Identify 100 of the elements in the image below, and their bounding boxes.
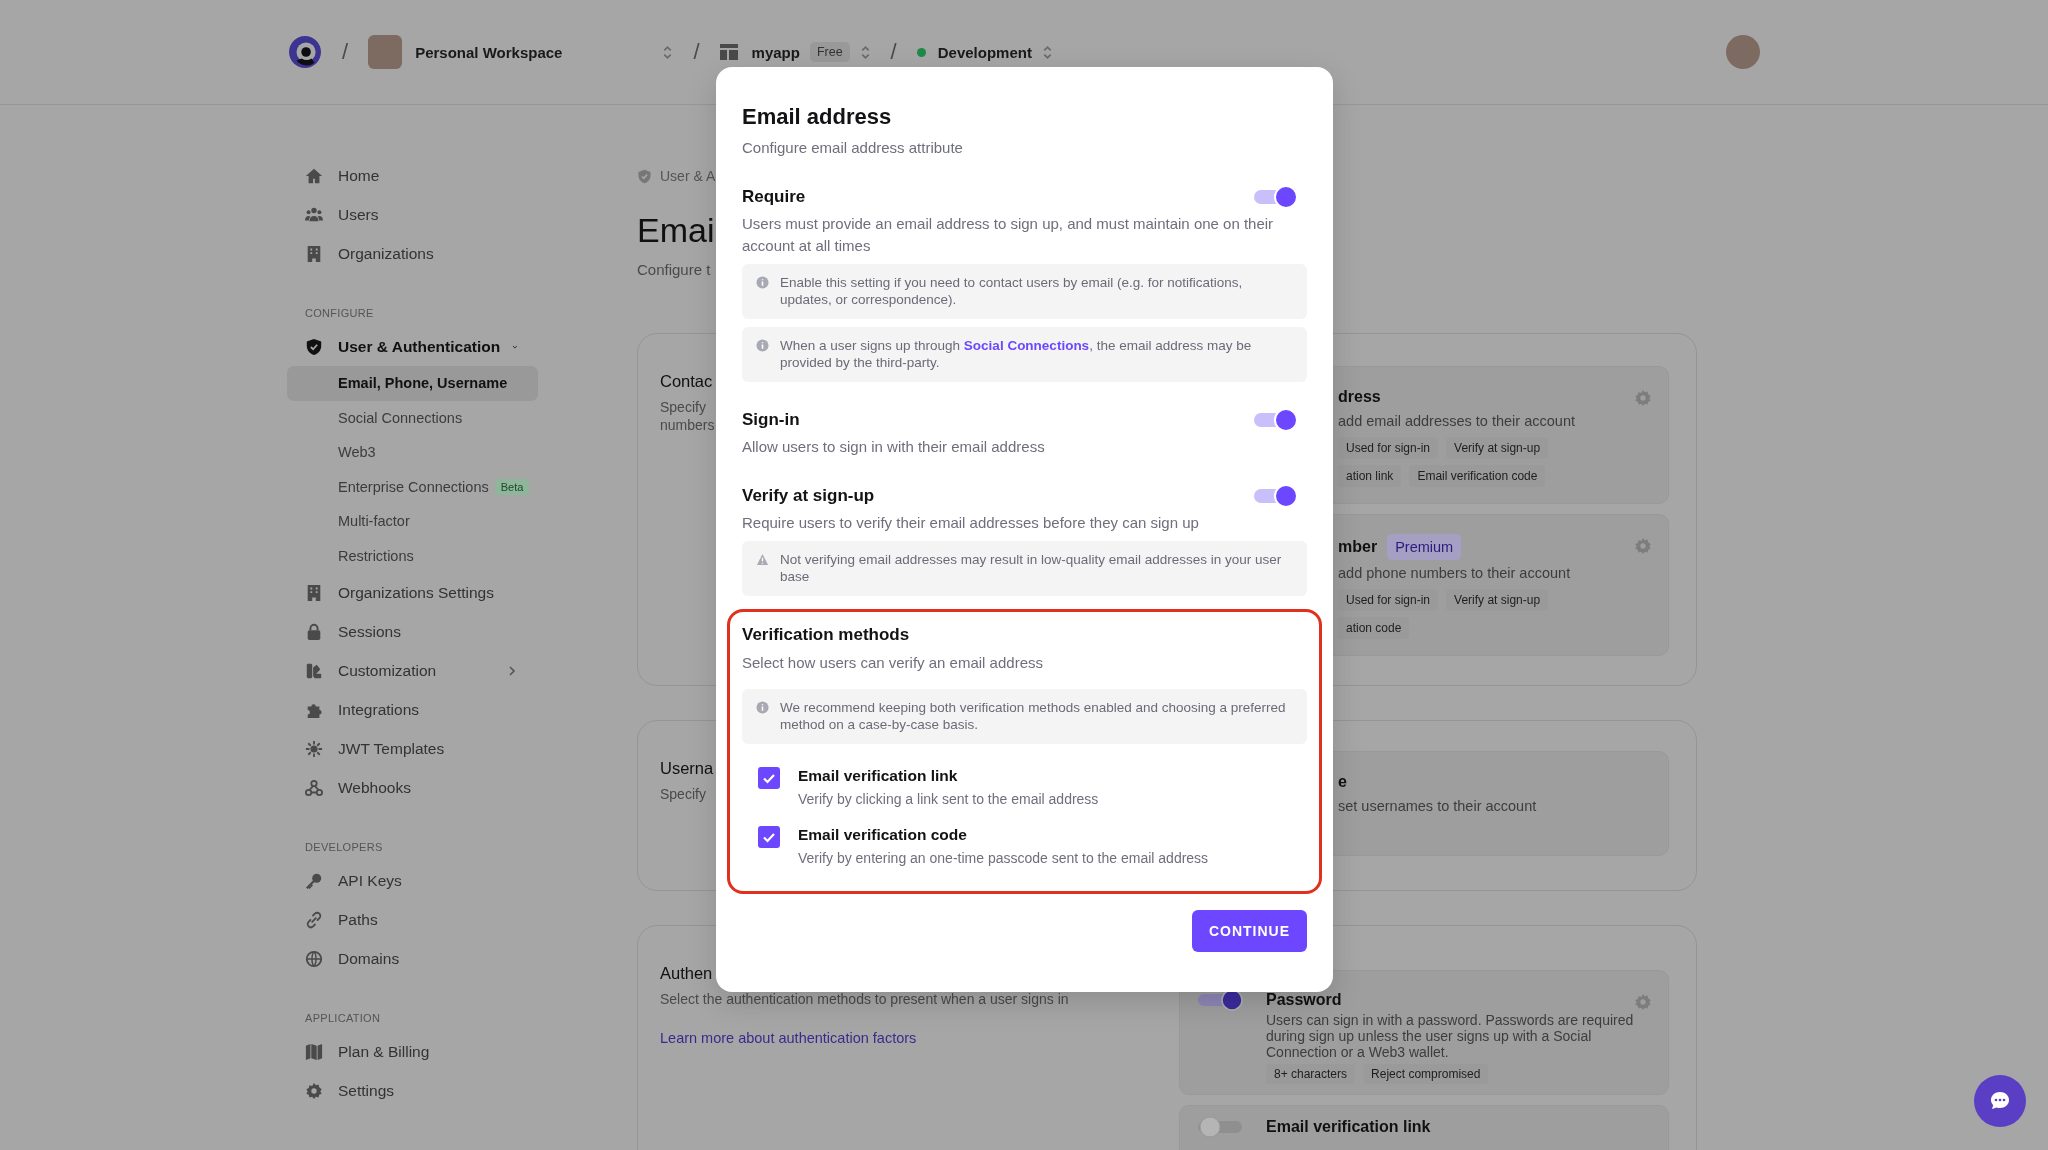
workspace-name[interactable]: Personal Workspace [415,43,563,61]
setting-description: Allow users to sign in with their email address [742,437,1046,457]
setting-description: Require users to verify their email addresses before they can sign up [742,513,1200,533]
link-icon [305,910,323,929]
attribute-description: add phone numbers to their account [1338,564,1572,583]
sidebar-item[interactable]: User & Authentication [287,327,538,366]
beta-badge: Beta [494,478,530,495]
swatch-icon [305,661,323,680]
status-dot-icon [916,47,926,57]
sidebar-item[interactable]: Home [287,156,538,195]
attribute-title: mber [1338,537,1378,557]
building-icon [305,244,323,263]
building-icon [305,583,323,602]
info-icon [756,276,769,289]
app-name[interactable]: myapp [751,43,800,61]
shield-icon [305,337,323,356]
sidebar-item[interactable]: Enterprise Connections [338,478,489,495]
sidebar-item[interactable]: Multi-factor [287,504,538,539]
starburst-icon [305,739,323,758]
sidebar-item[interactable]: Organizations Settings [287,573,538,612]
attribute-tag: Reject compromised [1363,1064,1489,1084]
attribute-tag: 8+ characters [1266,1064,1356,1084]
breadcrumb[interactable]: User & A [660,168,716,184]
sidebar-item[interactable]: Settings [287,1071,538,1110]
page-title: Emai [637,210,715,251]
section-subtitle: Select how users can verify an email address [742,653,1044,673]
plan-badge: Free [809,42,850,62]
lock-icon [305,622,323,641]
breadcrumb-separator: / [890,39,897,65]
sidebar-item[interactable]: Users [287,195,538,234]
attribute-tag: Verify at sign-up [1446,589,1549,611]
setting-label: Sign-in [742,410,800,430]
sidebar-item[interactable]: Social Connections [287,400,538,435]
continue-button[interactable]: CONTINUE [1191,910,1307,952]
method-label: Email verification link [798,766,959,786]
checkbox-checked[interactable] [758,826,780,848]
sidebar-item[interactable]: Domains [287,939,538,978]
attribute-title: Password [1266,991,1342,1009]
attribute-tag: Email verification code [1409,465,1546,487]
logo-icon[interactable] [288,35,322,69]
workspace-photo-placeholder [368,35,403,69]
learn-more-link[interactable]: Learn more about authentication factors [660,1030,917,1046]
map-icon [305,1042,323,1061]
globe-icon [305,949,323,968]
card-description: Specify [660,785,706,803]
environment-name[interactable]: Development [937,43,1032,61]
attribute-title: dress [1338,387,1381,407]
sidebar-item[interactable]: API Keys [287,861,538,900]
sidebar-item[interactable]: JWT Templates [287,729,538,768]
premium-badge: Premium [1387,534,1462,560]
method-label: Email verification code [798,825,968,845]
attribute-tag: ation link [1338,465,1402,487]
setting-label: Verify at sign-up [742,486,875,506]
dialog-title: Email address [742,103,893,131]
layout-icon [719,44,738,60]
sidebar-item[interactable]: Webhooks [287,768,538,807]
sidebar-item[interactable]: Organizations [287,234,538,273]
attribute-title: Email verification link [1266,1118,1431,1136]
sidebar-item[interactable]: Plan & Billing [287,1032,538,1071]
chat-button[interactable] [1974,1075,2026,1127]
method-description: Verify by clicking a link sent to the email address [798,790,1099,808]
dialog-subtitle: Configure email address attribute [742,138,964,158]
sidebar-item[interactable]: Restrictions [287,538,538,573]
attribute-description: set usernames to their account [1338,797,1538,816]
key-icon [305,871,323,890]
note-text: Enable this setting if you need to contact users by email (e.g. for notifications, updates, or correspondence). [780,274,1244,308]
checkbox-checked[interactable] [758,767,780,789]
sidebar-item[interactable]: Web3 [287,435,538,470]
info-icon [756,339,769,352]
attribute-description: Users can sign in with a password. Passwords are required during sign up unless the user signs up with a Social Connection or a Web3 wallet. [1266,1012,1635,1060]
sidebar-item[interactable]: Sessions [287,612,538,651]
shield-icon [637,168,652,184]
breadcrumb-separator: / [693,39,700,65]
breadcrumb-separator: / [342,39,349,65]
sidebar-item[interactable]: Paths [287,900,538,939]
users-icon [305,205,323,224]
sidebar-item[interactable]: Integrations [287,690,538,729]
card-title: Authen [660,963,713,984]
setting-label: Require [742,187,806,207]
nodes-icon [305,778,323,797]
attribute-title: e [1338,772,1347,792]
attribute-tag: Verify at sign-up [1446,437,1549,459]
note-text: When a user signs up through Social Connections, the email address may be provided by the third-party. [780,337,1253,371]
chevron-right-icon[interactable] [506,664,518,677]
section-heading: APPLICATION [305,1011,382,1026]
card-title: Contac [660,371,713,392]
section-title: Verification methods [742,624,911,646]
method-description: Verify by entering an one-time passcode sent to the email address [798,849,1209,867]
settings-icon [305,1081,323,1100]
home-icon [305,166,323,185]
note-text: Not verifying email addresses may result in low-quality email addresses in your user base [780,551,1283,585]
setting-description: Users must provide an email address to sign up, and must maintain one on their account at all times [742,214,1275,256]
sidebar-item[interactable]: Customization [287,651,538,690]
card-description: Select the authentication methods to present when a user signs in [660,990,1069,1008]
card-title: Userna [660,758,714,779]
page-subtitle: Configure t [637,260,711,280]
attribute-tag: ation code [1338,617,1410,639]
info-icon [756,701,769,714]
sidebar-item[interactable]: Email, Phone, Username [287,366,538,401]
note-text: We recommend keeping both verification methods enabled and choosing a preferred method on a case-by-case basis. [780,699,1287,733]
